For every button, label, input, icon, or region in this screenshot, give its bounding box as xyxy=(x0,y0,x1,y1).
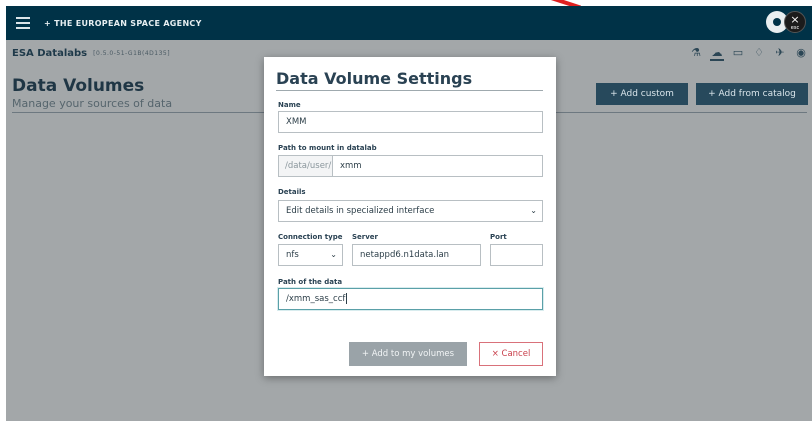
add-to-my-volumes-button[interactable]: + Add to my volumes xyxy=(349,342,467,366)
name-field[interactable]: XMM xyxy=(278,111,543,133)
port-field[interactable] xyxy=(490,244,543,266)
details-label: Details xyxy=(278,188,306,196)
data-path-field[interactable]: /xmm_sas_ccf xyxy=(278,288,543,310)
chevron-down-icon: ⌄ xyxy=(530,206,537,215)
cancel-button[interactable]: × Cancel xyxy=(479,342,543,366)
chevron-down-icon: ⌄ xyxy=(330,250,337,259)
flask-icon[interactable]: ⚗ xyxy=(689,46,703,61)
folder-icon[interactable]: ▭ xyxy=(731,46,745,61)
menu-icon[interactable] xyxy=(16,17,30,29)
add-custom-button[interactable]: + Add custom xyxy=(596,83,688,105)
esc-hint: esc xyxy=(790,25,800,31)
mount-path-label: Path to mount in datalab xyxy=(278,144,377,152)
cloud-icon[interactable]: ☁ xyxy=(710,46,724,61)
app-version: [0.5.0-51-G1B(4D135] xyxy=(93,49,171,57)
mount-path-field[interactable]: xmm xyxy=(332,155,543,177)
annotation-arrow xyxy=(545,0,581,6)
data-path-value: /xmm_sas_ccf xyxy=(286,294,346,304)
server-label: Server xyxy=(352,233,379,241)
satellite-icon[interactable]: ✈ xyxy=(773,46,787,61)
top-navbar: + THE EUROPEAN SPACE AGENCY × esc xyxy=(6,6,812,40)
data-path-label: Path of the data xyxy=(278,278,343,286)
page-title: Data Volumes xyxy=(12,76,145,96)
page-subtitle: Manage your sources of data xyxy=(12,97,173,110)
port-label: Port xyxy=(490,233,507,241)
data-volume-settings-dialog: Data Volume Settings Name XMM Path to mo… xyxy=(264,57,556,376)
server-field[interactable]: netappd6.n1data.lan xyxy=(352,244,481,266)
connection-type-select[interactable]: nfs ⌄ xyxy=(278,244,343,266)
topbar-right: × esc xyxy=(766,11,806,33)
connection-type-value: nfs xyxy=(286,250,299,260)
dialog-title: Data Volume Settings xyxy=(276,69,473,88)
close-icon[interactable]: × esc xyxy=(784,11,806,33)
details-select[interactable]: Edit details in specialized interface ⌄ xyxy=(278,200,543,222)
add-from-catalog-button[interactable]: + Add from catalog xyxy=(696,83,808,105)
subbar-icons: ⚗ ☁ ▭ ♢ ✈ ◉ xyxy=(689,46,808,61)
esa-logo-text[interactable]: + THE EUROPEAN SPACE AGENCY xyxy=(44,19,202,28)
app-name[interactable]: ESA Datalabs xyxy=(12,48,87,59)
mount-path-prefix: /data/user/ xyxy=(278,155,332,177)
name-label: Name xyxy=(278,101,301,109)
user-icon[interactable]: ◉ xyxy=(794,46,808,61)
connection-type-label: Connection type xyxy=(278,233,343,241)
details-select-value: Edit details in specialized interface xyxy=(286,206,435,216)
text-cursor xyxy=(346,293,348,304)
dialog-title-divider xyxy=(276,90,543,91)
bell-icon[interactable]: ♢ xyxy=(752,46,766,61)
